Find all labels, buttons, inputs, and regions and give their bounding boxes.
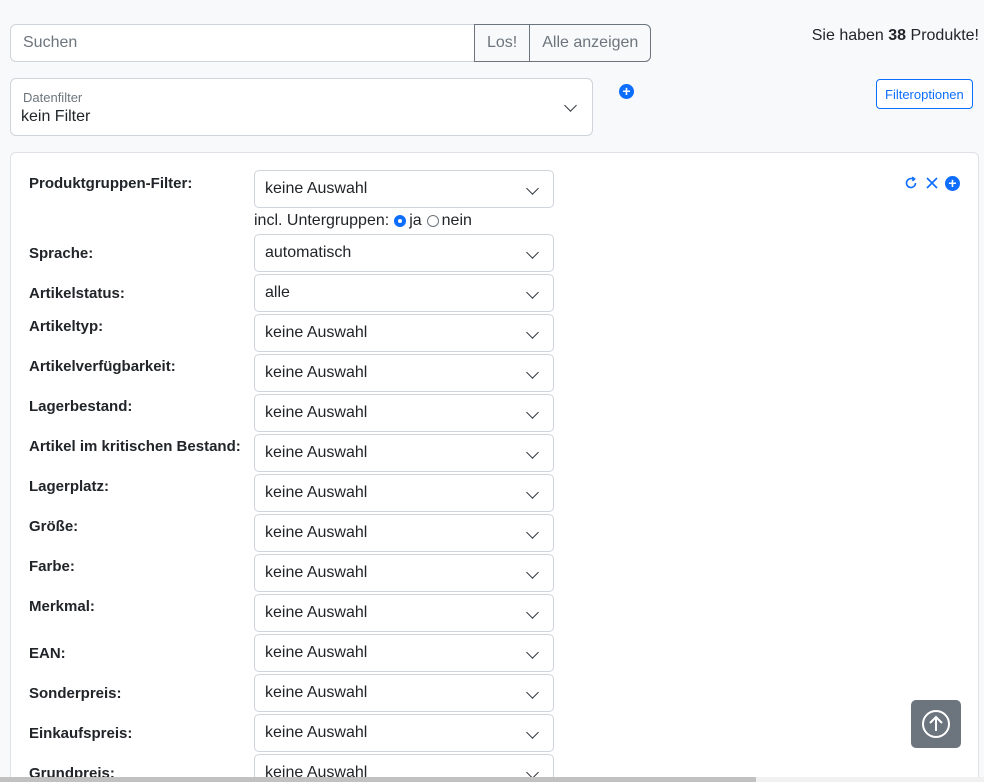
chevron-down-icon [526, 726, 539, 739]
select-einkaufspreis[interactable]: keine Auswahl [254, 714, 554, 752]
filter-label-produktgruppen: Produktgruppen-Filter: [29, 175, 193, 192]
select-lagerplatz[interactable]: keine Auswahl [254, 474, 554, 512]
scrollbar-thumb[interactable] [0, 777, 756, 782]
date-filter-select[interactable]: Datenfilter kein Filter [10, 78, 593, 136]
select-value: keine Auswahl [265, 684, 368, 701]
chevron-down-icon [526, 526, 539, 539]
chevron-down-icon [526, 406, 539, 419]
card-actions: + [903, 175, 960, 191]
select-value: keine Auswahl [265, 444, 368, 461]
chevron-down-icon [526, 606, 539, 619]
select-artikelverfuegbarkeit[interactable]: keine Auswahl [254, 354, 554, 392]
chevron-down-icon [526, 326, 539, 339]
product-count: Sie haben 38 Produkte! [812, 27, 979, 45]
select-value: keine Auswahl [265, 604, 368, 621]
select-merkmal[interactable]: keine Auswahl [254, 594, 554, 632]
select-value: alle [265, 284, 290, 301]
filteroptions-button[interactable]: Filteroptionen [876, 79, 973, 109]
filter-label-lagerplatz: Lagerplatz: [29, 478, 110, 495]
select-lagerbestand[interactable]: keine Auswahl [254, 394, 554, 432]
subgroups-radio-group: incl. Untergruppen: ja nein [254, 212, 472, 230]
filter-label-farbe: Farbe: [29, 558, 75, 575]
add-filter-icon[interactable]: + [619, 84, 634, 99]
select-value: keine Auswahl [265, 564, 368, 581]
filter-label-sprache: Sprache: [29, 245, 94, 262]
subgroups-no-radio[interactable] [426, 215, 439, 227]
subgroups-label: incl. Untergruppen: [254, 212, 390, 229]
chevron-down-icon [526, 246, 539, 259]
subgroups-yes-radio[interactable] [394, 215, 407, 227]
product-count-suffix: Produkte! [910, 27, 979, 44]
filter-label-artikelstatus: Artikelstatus: [29, 285, 125, 302]
filter-label-ean: EAN: [29, 645, 66, 662]
select-value: keine Auswahl [265, 364, 368, 381]
arrow-up-circle-icon [922, 710, 950, 738]
filter-label-merkmal: Merkmal: [29, 598, 95, 615]
select-sonderpreis[interactable]: keine Auswahl [254, 674, 554, 712]
select-farbe[interactable]: keine Auswahl [254, 554, 554, 592]
select-value: keine Auswahl [265, 524, 368, 541]
chevron-down-icon [526, 566, 539, 579]
select-artikeltyp[interactable]: keine Auswahl [254, 314, 554, 352]
select-value: keine Auswahl [265, 484, 368, 501]
select-ean[interactable]: keine Auswahl [254, 634, 554, 672]
select-value: keine Auswahl [265, 724, 368, 741]
close-icon[interactable] [924, 175, 940, 191]
filter-label-lagerbestand: Lagerbestand: [29, 398, 133, 415]
chevron-down-icon [526, 486, 539, 499]
select-produktgruppen[interactable]: keine Auswahl [254, 170, 554, 208]
product-filter-page: Suchen Los! Alle anzeigen Sie haben 38 P… [0, 0, 984, 782]
select-value: keine Auswahl [265, 180, 368, 197]
filter-card: + Produktgruppen-Filter: keine Auswahl i… [10, 152, 979, 782]
chevron-down-icon [526, 686, 539, 699]
select-value: keine Auswahl [265, 324, 368, 341]
add-icon[interactable]: + [945, 175, 960, 191]
scroll-to-top-button[interactable] [911, 700, 961, 748]
go-button[interactable]: Los! [474, 24, 531, 62]
select-artikelstatus[interactable]: alle [254, 274, 554, 312]
product-count-number: 38 [888, 27, 907, 44]
chevron-down-icon [526, 286, 539, 299]
filter-label-groesse: Größe: [29, 518, 79, 535]
filter-label-einkaufspreis: Einkaufspreis: [29, 725, 133, 742]
filter-label-sonderpreis: Sonderpreis: [29, 685, 122, 702]
product-count-prefix: Sie haben [811, 27, 884, 44]
search-group: Suchen Los! Alle anzeigen [10, 24, 652, 62]
filter-label-kritischer-bestand: Artikel im kritischen Bestand: [29, 438, 241, 455]
subgroups-no-label: nein [441, 212, 472, 229]
chevron-down-icon [526, 182, 539, 195]
select-kritischer-bestand[interactable]: keine Auswahl [254, 434, 554, 472]
reset-icon[interactable] [903, 175, 919, 191]
filter-label-artikelverfuegbarkeit: Artikelverfügbarkeit: [29, 358, 176, 375]
select-groesse[interactable]: keine Auswahl [254, 514, 554, 552]
chevron-down-icon [526, 646, 539, 659]
show-all-button[interactable]: Alle anzeigen [529, 24, 652, 62]
select-value: automatisch [265, 244, 352, 261]
chevron-down-icon [526, 366, 539, 379]
subgroups-yes-label: ja [409, 212, 422, 229]
chevron-down-icon [564, 99, 577, 112]
filter-label-artikeltyp: Artikeltyp: [29, 318, 104, 335]
search-input[interactable]: Suchen [10, 24, 475, 62]
select-sprache[interactable]: automatisch [254, 234, 554, 272]
date-filter-label: Datenfilter [23, 90, 83, 105]
horizontal-scrollbar[interactable] [0, 777, 984, 782]
chevron-down-icon [526, 446, 539, 459]
select-value: keine Auswahl [265, 644, 368, 661]
date-filter-value: kein Filter [21, 108, 91, 125]
select-value: keine Auswahl [265, 404, 368, 421]
